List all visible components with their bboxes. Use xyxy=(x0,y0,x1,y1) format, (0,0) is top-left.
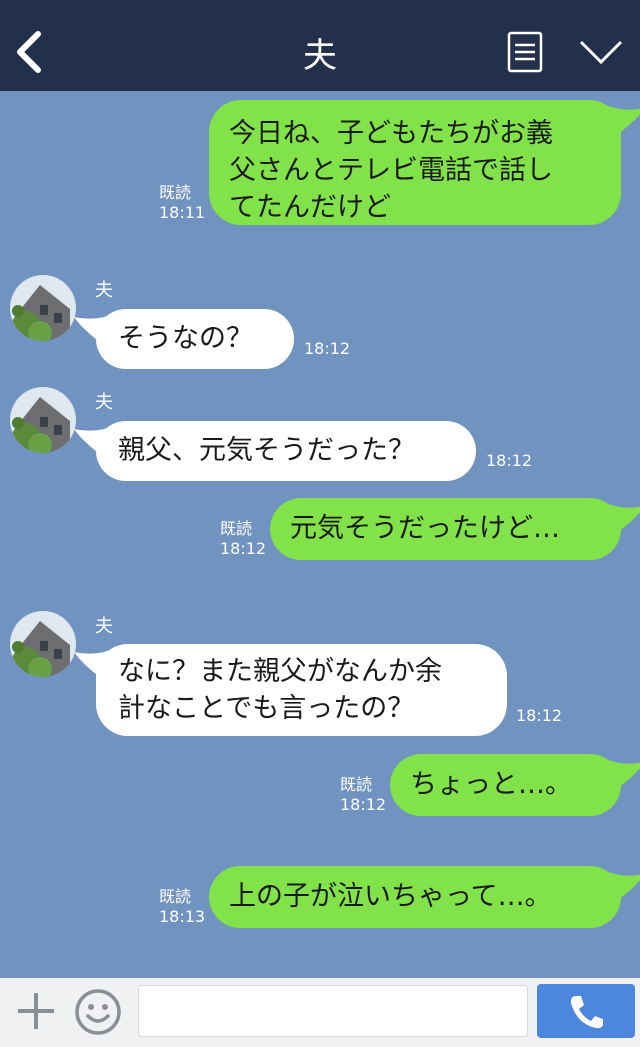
message-list[interactable]: 既読 18:11 今日ね、子どもたちがお義 父さんとテレビ電話で話し てたんだけ… xyxy=(0,91,640,978)
my-message-bubble[interactable]: 今日ね、子どもたちがお義 父さんとテレビ電話で話し てたんだけど xyxy=(209,100,640,225)
call-button[interactable] xyxy=(537,984,635,1038)
message-input[interactable] xyxy=(138,985,528,1037)
my-message-bubble[interactable]: 上の子が泣いちゃって…。 xyxy=(209,866,640,928)
message-text: 上の子が泣いちゃって…。 xyxy=(229,881,552,912)
smiley-icon[interactable] xyxy=(74,988,122,1036)
message-meta: 既読 18:12 xyxy=(340,775,386,815)
message-time: 18:11 xyxy=(159,203,206,222)
plus-icon[interactable] xyxy=(16,991,56,1031)
message-text: そうなの？ xyxy=(118,323,253,354)
bubble-tail xyxy=(609,872,640,902)
chat-title: 夫 xyxy=(303,36,337,76)
my-message-bubble[interactable]: ちょっと…。 xyxy=(390,754,640,816)
phone-icon xyxy=(570,996,603,1029)
sender-name: 夫 xyxy=(95,616,113,637)
avatar[interactable] xyxy=(10,275,76,341)
message-meta: 18:12 xyxy=(486,451,532,471)
sender-name: 夫 xyxy=(95,280,113,301)
message-time: 18:12 xyxy=(516,706,563,725)
house-photo-icon xyxy=(10,275,76,341)
message-time: 18:12 xyxy=(220,539,267,558)
message-time: 18:13 xyxy=(159,907,206,926)
chevron-down-icon[interactable] xyxy=(578,36,624,68)
their-message-bubble[interactable]: なに？また親父がなんか余 計なことでも言ったの？ xyxy=(74,644,507,736)
their-message-bubble[interactable]: そうなの？ xyxy=(74,309,294,369)
bubble-tail xyxy=(74,427,110,457)
sender-name: 夫 xyxy=(95,392,113,413)
bubble-tail xyxy=(609,504,640,534)
message-time: 18:12 xyxy=(340,795,387,814)
message-meta: 既読 18:13 xyxy=(159,887,205,927)
read-receipt: 既読 xyxy=(340,775,373,794)
avatar[interactable] xyxy=(10,611,76,677)
read-receipt: 既読 xyxy=(159,887,192,906)
avatar[interactable] xyxy=(10,387,76,453)
document-icon[interactable] xyxy=(507,31,543,73)
message-text: 今日ね、子どもたちがお義 父さんとテレビ電話で話し てたんだけど xyxy=(229,118,553,223)
read-receipt: 既読 xyxy=(159,183,192,202)
message-text: なに？また親父がなんか余 計なことでも言ったの？ xyxy=(118,656,442,724)
message-time: 18:12 xyxy=(304,339,351,358)
bubble-tail xyxy=(74,315,110,345)
bubble-tail xyxy=(609,106,640,136)
house-photo-icon xyxy=(10,387,76,453)
their-message-bubble[interactable]: 親父、元気そうだった？ xyxy=(74,421,476,481)
my-message-bubble[interactable]: 元気そうだったけど… xyxy=(270,498,640,560)
read-receipt: 既読 xyxy=(220,519,253,538)
message-text: ちょっと…。 xyxy=(410,769,572,800)
message-meta: 18:12 xyxy=(304,339,350,359)
message-meta: 既読 18:12 xyxy=(220,519,266,559)
bubble-tail xyxy=(609,760,640,790)
message-meta: 既読 18:11 xyxy=(159,183,205,223)
chat-header: 夫 xyxy=(0,0,640,91)
message-text: 親父、元気そうだった？ xyxy=(118,435,415,466)
message-text: 元気そうだったけど… xyxy=(290,513,560,544)
message-meta: 18:12 xyxy=(516,706,562,726)
message-time: 18:12 xyxy=(486,451,533,470)
house-photo-icon xyxy=(10,611,76,677)
bubble-tail xyxy=(74,650,110,680)
